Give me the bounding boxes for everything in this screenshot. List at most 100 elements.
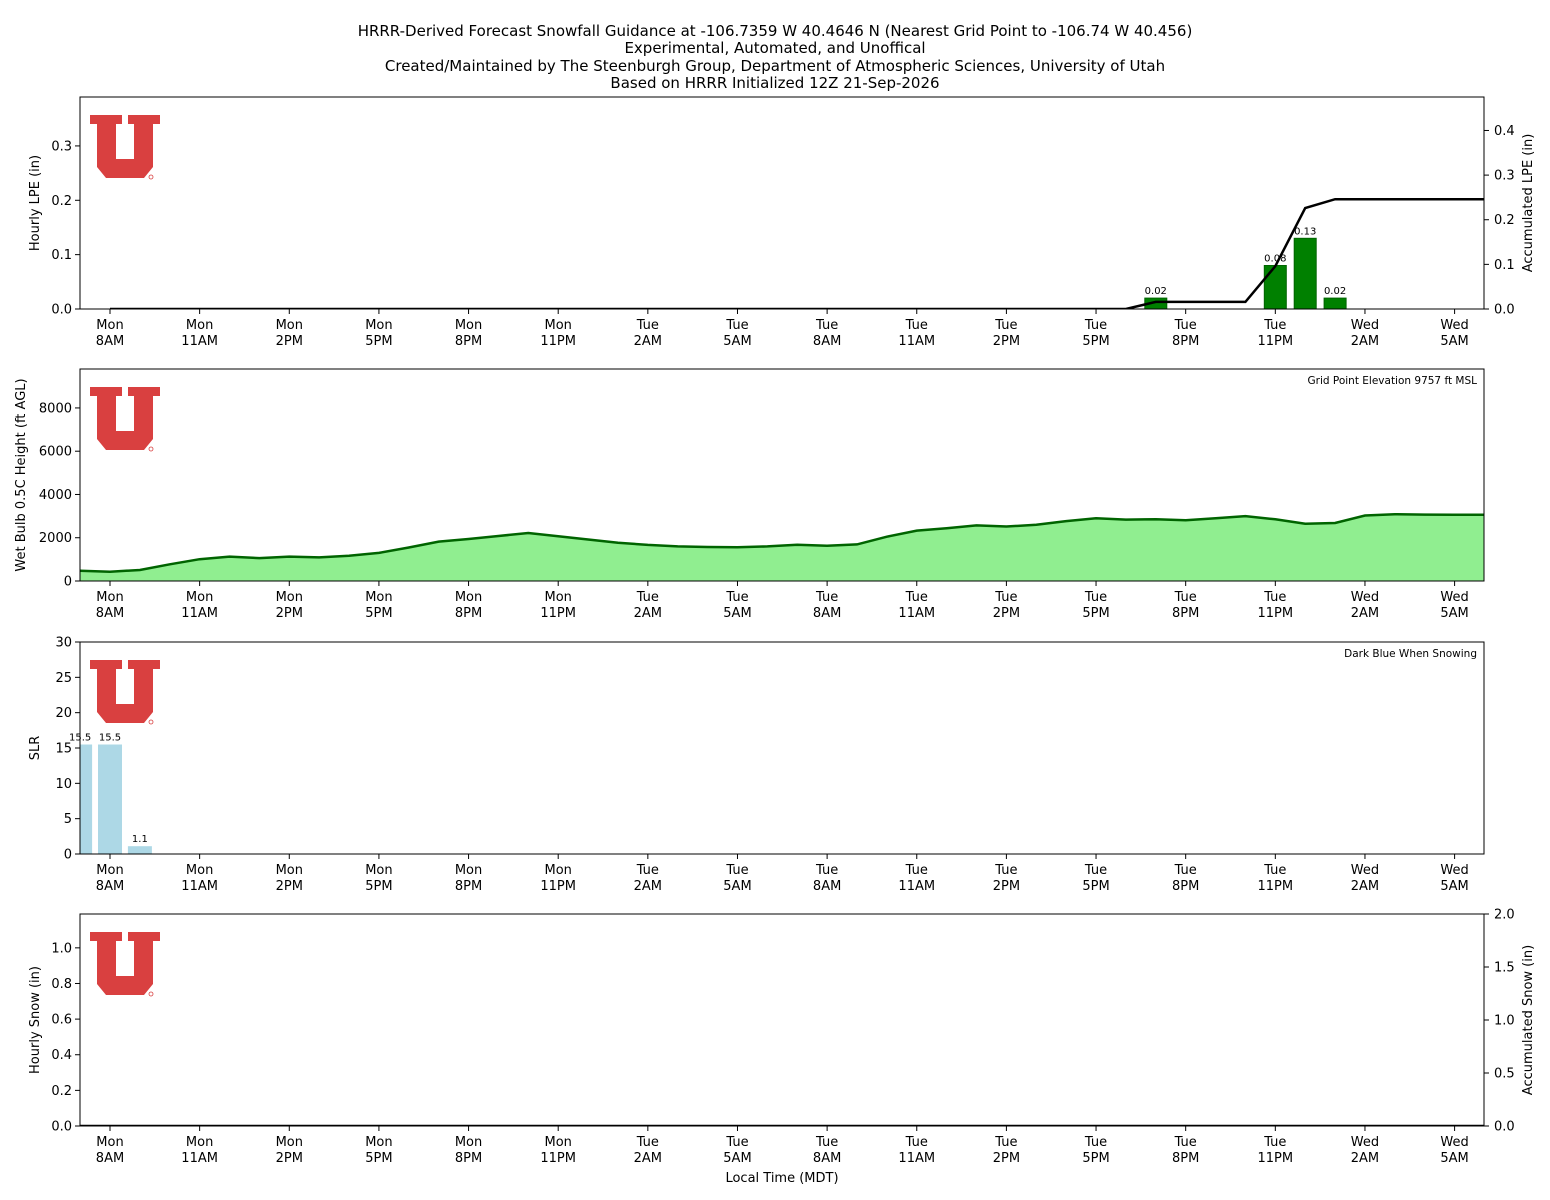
x-tick-hour-5: 11PM xyxy=(540,879,576,894)
logo-registered-mark xyxy=(148,174,154,180)
x-tick-hour-2: 2PM xyxy=(276,334,303,349)
x-tick-day-2: Mon xyxy=(276,590,303,605)
x-tick-day-6: Tue xyxy=(636,863,659,878)
x-tick-hour-10: 2PM xyxy=(993,334,1020,349)
x-tick-day-14: Wed xyxy=(1351,1135,1379,1150)
title-line-4: Based on HRRR Initialized 12Z 21-Sep-202… xyxy=(610,74,939,92)
x-tick-hour-11: 5PM xyxy=(1082,606,1109,621)
x-tick-hour-14: 2AM xyxy=(1351,334,1379,349)
y-tick-label-2: 10 xyxy=(55,777,72,792)
right-y-tick-label-1: 0.5 xyxy=(1494,1067,1515,1082)
logo-registered-mark xyxy=(148,719,154,725)
x-tick-day-7: Tue xyxy=(725,1135,748,1150)
panel-hourly-snow: 0.0 0.2 0.4 0.6 0.8 1.0 Hourly Snow (in) 0.0 0.5… xyxy=(28,908,1536,1167)
x-tick-day-15: Wed xyxy=(1440,863,1468,878)
x-tick-day-6: Tue xyxy=(636,590,659,605)
x-tick-hour-2: 2PM xyxy=(276,606,303,621)
x-tick-hour-4: 8PM xyxy=(455,879,482,894)
x-tick-day-4: Mon xyxy=(455,1135,482,1150)
x-tick-day-9: Tue xyxy=(905,318,928,333)
x-tick-hour-4: 8PM xyxy=(455,606,482,621)
logo-u-shape xyxy=(90,932,160,995)
x-tick-hour-7: 5AM xyxy=(723,334,751,349)
x-tick-hour-14: 2AM xyxy=(1351,879,1379,894)
x-tick-hour-14: 2AM xyxy=(1351,606,1379,621)
x-tick-hour-3: 5PM xyxy=(365,1151,392,1166)
bar-value-label-2: 1.1 xyxy=(132,834,148,845)
x-tick-day-9: Tue xyxy=(905,590,928,605)
y-tick-label-2: 0.4 xyxy=(51,1048,72,1063)
x-tick-day-8: Tue xyxy=(815,318,838,333)
x-tick-hour-7: 5AM xyxy=(723,879,751,894)
x-tick-hour-6: 2AM xyxy=(634,1151,662,1166)
x-tick-hour-13: 11PM xyxy=(1258,334,1294,349)
x-tick-day-12: Tue xyxy=(1174,590,1197,605)
series-group xyxy=(80,512,1484,581)
x-tick-hour-15: 5AM xyxy=(1440,879,1468,894)
x-tick-day-3: Mon xyxy=(365,1135,392,1150)
university-of-utah-logo xyxy=(90,932,160,997)
x-tick-day-11: Tue xyxy=(1084,590,1107,605)
y-tick-label-3: 6000 xyxy=(39,445,72,460)
y-axis-title-hourly-snow: Hourly Snow (in) xyxy=(28,966,43,1074)
x-tick-day-7: Tue xyxy=(725,863,748,878)
x-tick-hour-8: 8AM xyxy=(813,1151,841,1166)
x-tick-hour-15: 5AM xyxy=(1440,606,1468,621)
panel-annotation-slr: Dark Blue When Snowing xyxy=(1344,648,1477,660)
title-line-3: Created/Maintained by The Steenburgh Gro… xyxy=(385,57,1165,75)
x-tick-day-13: Tue xyxy=(1263,318,1286,333)
y-tick-label-5: 25 xyxy=(55,671,72,686)
x-tick-hour-8: 8AM xyxy=(813,606,841,621)
x-tick-day-10: Tue xyxy=(994,318,1017,333)
plot-frame xyxy=(79,641,1485,855)
x-tick-hour-7: 5AM xyxy=(723,606,751,621)
y-tick-label-1: 5 xyxy=(64,812,72,827)
right-y-tick-label-4: 0.4 xyxy=(1494,124,1515,139)
x-tick-day-13: Tue xyxy=(1263,863,1286,878)
right-y-tick-label-0: 0.0 xyxy=(1494,1120,1515,1135)
y-tick-label-0: 0 xyxy=(64,848,72,863)
x-tick-hour-11: 5PM xyxy=(1082,879,1109,894)
x-tick-hour-3: 5PM xyxy=(365,606,392,621)
x-tick-day-8: Tue xyxy=(815,590,838,605)
x-tick-hour-11: 5PM xyxy=(1082,334,1109,349)
x-tick-hour-10: 2PM xyxy=(993,606,1020,621)
x-tick-day-10: Tue xyxy=(994,863,1017,878)
x-tick-day-15: Wed xyxy=(1440,590,1468,605)
y-tick-label-4: 8000 xyxy=(39,401,72,416)
x-tick-day-9: Tue xyxy=(905,863,928,878)
x-tick-day-0: Mon xyxy=(96,863,123,878)
y-tick-label-2: 0.2 xyxy=(51,194,72,209)
x-tick-day-12: Tue xyxy=(1174,863,1197,878)
logo-registered-mark xyxy=(148,991,154,997)
x-tick-hour-15: 5AM xyxy=(1440,334,1468,349)
x-tick-day-0: Mon xyxy=(96,318,123,333)
y-tick-label-1: 0.1 xyxy=(51,248,72,263)
y-tick-label-4: 20 xyxy=(55,706,72,721)
x-tick-hour-12: 8PM xyxy=(1172,334,1199,349)
university-of-utah-logo xyxy=(90,115,160,180)
wetbulb-area xyxy=(80,514,1484,581)
right-y-tick-label-3: 0.3 xyxy=(1494,169,1515,184)
x-tick-day-3: Mon xyxy=(365,590,392,605)
x-tick-hour-14: 2AM xyxy=(1351,1151,1379,1166)
x-tick-hour-13: 11PM xyxy=(1258,606,1294,621)
x-tick-day-11: Tue xyxy=(1084,1135,1107,1150)
bar-hourly-lpe-3 xyxy=(1323,297,1347,309)
logo-u-shape xyxy=(90,660,160,723)
x-tick-hour-2: 2PM xyxy=(276,1151,303,1166)
x-tick-day-5: Mon xyxy=(544,590,571,605)
x-tick-hour-10: 2PM xyxy=(993,879,1020,894)
y-tick-label-0: 0.0 xyxy=(51,303,72,318)
panel-slr: 15.5 15.51.1051015202530SLRDark Blue When… xyxy=(28,636,1485,894)
plot-frame xyxy=(79,913,1485,1127)
x-tick-day-14: Wed xyxy=(1351,863,1379,878)
x-tick-hour-7: 5AM xyxy=(723,1151,751,1166)
x-tick-hour-3: 5PM xyxy=(365,334,392,349)
y-tick-label-2: 4000 xyxy=(39,488,72,503)
right-y-axis-title-hourly-lpe: Accumulated LPE (in) xyxy=(1521,134,1536,273)
y-axis-title-hourly-lpe: Hourly LPE (in) xyxy=(28,155,43,251)
x-tick-hour-13: 11PM xyxy=(1258,1151,1294,1166)
x-tick-day-5: Mon xyxy=(544,863,571,878)
x-tick-hour-1: 11AM xyxy=(181,1151,218,1166)
